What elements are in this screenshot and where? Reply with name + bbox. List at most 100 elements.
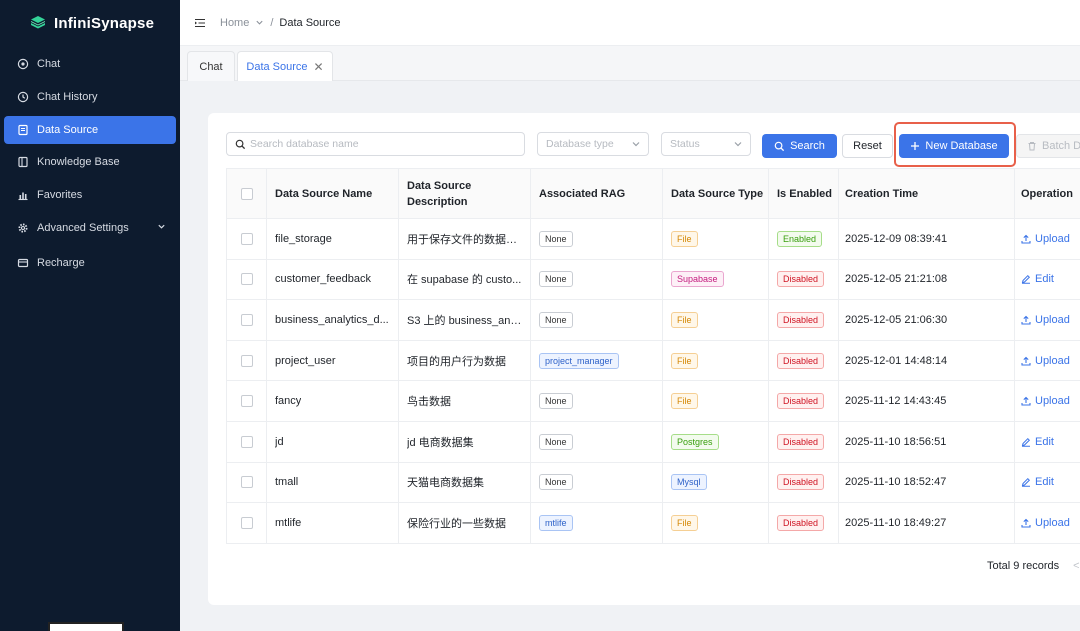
cell-name: customer_feedback xyxy=(267,259,399,300)
qr-code-image xyxy=(48,622,124,631)
sidebar-item-knowledge-base[interactable]: Knowledge Base xyxy=(4,148,176,176)
status-badge: Disabled xyxy=(777,393,825,410)
chevron-down-icon xyxy=(157,222,166,234)
sidebar-item-recharge[interactable]: Recharge xyxy=(4,249,176,277)
row-checkbox-cell xyxy=(226,421,267,462)
logo-icon xyxy=(30,15,46,31)
header-type: Data Source Type xyxy=(663,169,769,218)
description-text: S3 上的 business_anal... xyxy=(407,314,525,327)
cell-enabled: Disabled xyxy=(769,462,839,503)
cell-description: jd 电商数据集 xyxy=(399,421,531,462)
sidebar-item-label: Chat xyxy=(37,58,61,70)
row-checkbox[interactable] xyxy=(240,395,253,408)
total-records: Total 9 records xyxy=(987,560,1060,572)
batch-delete-button[interactable]: Batch D xyxy=(1016,134,1080,158)
select-placeholder: Database type xyxy=(546,138,614,150)
header-operation: Operation xyxy=(1021,187,1073,200)
tab-data-source[interactable]: Data Source ✕ xyxy=(237,51,333,81)
name-text: jd xyxy=(275,435,284,448)
table-row: jd jd 电商数据集 None Postgres Disabled 2025-… xyxy=(226,421,1080,463)
sidebar-item-label: Favorites xyxy=(37,189,83,202)
row-checkbox[interactable] xyxy=(240,313,253,326)
header-creation-time: Creation Time xyxy=(839,169,1015,218)
row-checkbox-cell xyxy=(226,219,267,259)
status-badge: Disabled xyxy=(777,433,825,450)
name-text: project_user xyxy=(275,354,336,367)
cell-enabled: Disabled xyxy=(769,300,839,340)
database-type-select[interactable]: Database type xyxy=(537,132,649,156)
search-field[interactable] xyxy=(226,132,525,156)
row-checkbox-cell xyxy=(226,300,267,340)
sidebar-item-chat[interactable]: Chat xyxy=(4,50,176,78)
select-all-checkbox[interactable] xyxy=(240,187,253,200)
new-database-button[interactable]: New Database xyxy=(899,134,1009,158)
cell-description: S3 上的 business_anal... xyxy=(399,300,531,340)
top-bar: Home / Data Source xyxy=(180,0,1080,46)
cell-type: Mysql xyxy=(663,462,769,503)
header-name: Data Source Name xyxy=(267,169,399,218)
type-tag: Postgres xyxy=(671,433,719,450)
menu-fold-icon[interactable] xyxy=(194,17,206,29)
cell-type: File xyxy=(663,340,769,381)
status-select[interactable]: Status xyxy=(661,132,751,156)
cell-rag: None xyxy=(531,219,663,259)
row-checkbox[interactable] xyxy=(240,354,253,367)
description-text: 在 supabase 的 custo... xyxy=(407,274,522,287)
prev-page-button[interactable]: < xyxy=(1073,560,1079,572)
header-description: Data Source Description xyxy=(399,169,531,218)
cell-operation: Edit xyxy=(1015,260,1080,300)
sidebar-item-favorites[interactable]: Favorites xyxy=(4,181,176,209)
type-tag: Supabase xyxy=(671,271,724,288)
sidebar: InfiniSynapse Chat Chat History Data Sou… xyxy=(0,0,180,631)
brand[interactable]: InfiniSynapse xyxy=(0,0,180,46)
cell-type: File xyxy=(663,381,769,421)
cell-rag: mtlife xyxy=(531,503,663,543)
table-row: file_storage 用于保存文件的数据源。 None File Enabl… xyxy=(226,219,1080,260)
cell-operation: Edit xyxy=(1015,422,1080,462)
chevron-down-icon xyxy=(733,139,743,149)
search-input[interactable] xyxy=(250,138,510,150)
chevron-down-icon xyxy=(631,139,641,149)
row-checkbox[interactable] xyxy=(240,435,253,448)
breadcrumb-home[interactable]: Home xyxy=(220,17,249,29)
cell-name: mtlife xyxy=(267,503,399,543)
reset-button[interactable]: Reset xyxy=(842,134,893,158)
button-label: New Database xyxy=(925,140,998,152)
cell-time: 2025-12-09 08:39:41 xyxy=(839,219,1015,259)
sidebar-item-advanced-settings[interactable]: Advanced Settings xyxy=(4,214,176,242)
data-source-table: Data Source Name Data Source Description… xyxy=(226,168,1080,544)
search-button[interactable]: Search xyxy=(762,134,837,158)
edit-link[interactable]: Edit xyxy=(1021,273,1054,285)
header-checkbox-cell xyxy=(226,169,267,218)
edit-link[interactable]: Edit xyxy=(1021,436,1054,448)
operation-label: Upload xyxy=(1035,395,1070,408)
upload-link[interactable]: Upload xyxy=(1021,355,1070,367)
row-checkbox[interactable] xyxy=(240,516,253,529)
upload-link[interactable]: Upload xyxy=(1021,517,1070,529)
upload-link[interactable]: Upload xyxy=(1021,233,1070,245)
breadcrumb-current: Data Source xyxy=(279,16,341,29)
tab-chat[interactable]: Chat xyxy=(187,51,235,81)
sidebar-item-chat-history[interactable]: Chat History xyxy=(4,83,176,111)
sidebar-item-data-source[interactable]: Data Source xyxy=(4,115,176,144)
cell-rag: None xyxy=(531,462,663,503)
cell-description: 项目的用户行为数据 xyxy=(399,340,531,381)
cell-rag: None xyxy=(531,300,663,340)
row-checkbox[interactable] xyxy=(240,232,253,245)
row-checkbox[interactable] xyxy=(240,476,253,489)
sidebar-nav: Chat Chat History Data Source Knowledge … xyxy=(0,50,180,277)
chevron-down-icon[interactable] xyxy=(255,18,264,27)
upload-link[interactable]: Upload xyxy=(1021,314,1070,326)
chat-icon xyxy=(16,58,29,71)
upload-link[interactable]: Upload xyxy=(1021,395,1070,407)
status-badge: Disabled xyxy=(777,474,825,491)
cell-time: 2025-11-10 18:49:27 xyxy=(839,503,1015,543)
edit-link[interactable]: Edit xyxy=(1021,476,1054,488)
row-checkbox[interactable] xyxy=(240,273,253,286)
cell-time: 2025-11-10 18:56:51 xyxy=(839,421,1015,462)
rag-tag: None xyxy=(539,474,573,491)
status-badge: Disabled xyxy=(777,352,825,369)
description-text: 用于保存文件的数据源。 xyxy=(407,233,525,246)
cell-name: project_user xyxy=(267,340,399,381)
close-icon[interactable]: ✕ xyxy=(314,60,324,74)
